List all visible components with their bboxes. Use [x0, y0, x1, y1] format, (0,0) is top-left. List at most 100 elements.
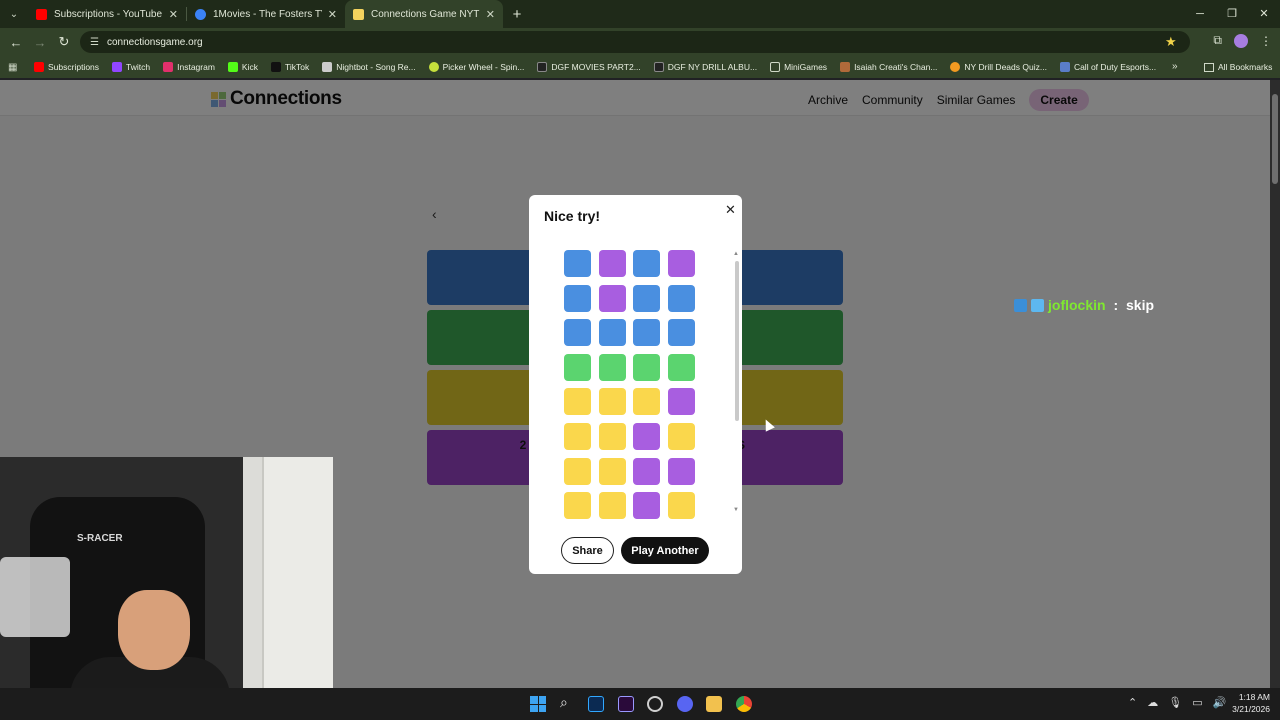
- address-bar[interactable]: ☰ connectionsgame.org: [80, 31, 1190, 53]
- guess-square-purple: [633, 492, 660, 520]
- tools-emote-icon: [1014, 298, 1027, 312]
- dgf-icon: [653, 62, 664, 72]
- chat-separator: :: [1109, 297, 1123, 313]
- microphone-icon[interactable]: 🎙: [1168, 696, 1182, 709]
- chat-text: skip: [1126, 297, 1155, 313]
- bookmark-cod-esports[interactable]: Call of Duty Esports...: [1059, 62, 1156, 72]
- search-icon[interactable]: ⌕: [560, 694, 568, 711]
- guess-square-yellow: [564, 423, 591, 450]
- youtube-icon: [34, 62, 44, 72]
- guess-square-purple: [633, 457, 660, 485]
- taskbar-clock[interactable]: 1:18 AM 3/21/2026: [1226, 691, 1270, 715]
- guess-square-yellow: [598, 423, 626, 450]
- kick-icon: [227, 62, 238, 72]
- guess-history-grid: [564, 250, 704, 520]
- obs-icon[interactable]: [647, 696, 663, 712]
- page-scrollbar-thumb[interactable]: [1272, 94, 1278, 184]
- discord-icon[interactable]: [677, 696, 693, 712]
- photoshop-icon[interactable]: [588, 696, 604, 712]
- tab-youtube[interactable]: Subscriptions - YouTube ✕: [28, 0, 186, 28]
- tab-title: Connections Game NYT - Play: [371, 8, 480, 20]
- close-tab-icon[interactable]: ✕: [169, 8, 178, 21]
- site-info-icon[interactable]: ☰: [90, 37, 99, 48]
- bookmark-twitch[interactable]: Twitch: [112, 62, 150, 72]
- guess-square-purple: [598, 250, 626, 277]
- apps-grid-icon[interactable]: ▦: [8, 62, 22, 73]
- system-tray: ⌃ ☁ 🎙 ▭ 🔊: [1128, 696, 1226, 709]
- new-tab-icon[interactable]: +: [503, 6, 531, 23]
- guess-square-blue: [633, 284, 660, 312]
- display-icon[interactable]: ▭: [1192, 696, 1202, 709]
- chrome-icon[interactable]: [736, 696, 752, 712]
- profile-avatar[interactable]: [1234, 33, 1248, 48]
- connections-icon: [353, 8, 364, 20]
- bookmark-nightbot[interactable]: Nightbot - Song Re...: [322, 62, 416, 72]
- guess-square-green: [564, 353, 591, 381]
- page-scrollbar[interactable]: [1270, 80, 1280, 688]
- bookmark-label: Instagram: [177, 62, 215, 72]
- twitch-icon: [112, 62, 123, 72]
- forward-icon[interactable]: →: [28, 35, 52, 50]
- reload-icon[interactable]: ↻: [52, 34, 76, 50]
- guess-square-yellow: [633, 388, 660, 416]
- guess-square-yellow: [598, 457, 626, 485]
- minimize-icon[interactable]: ─: [1184, 0, 1216, 28]
- bookmark-dgf-movies[interactable]: DGF MOVIES PART2...: [537, 62, 641, 72]
- tab-search-icon[interactable]: ⌄: [0, 0, 28, 28]
- all-bookmarks-button[interactable]: All Bookmarks: [1204, 56, 1272, 78]
- modal-scrollbar-thumb[interactable]: [735, 261, 739, 421]
- volume-icon[interactable]: 🔊: [1213, 696, 1227, 709]
- premiere-icon[interactable]: [618, 696, 634, 712]
- bookmark-minigames[interactable]: MiniGames: [770, 62, 827, 72]
- guess-square-purple: [633, 423, 660, 450]
- bookmark-ny-drill-quiz[interactable]: NY Drill Deads Quiz...: [950, 62, 1047, 72]
- bookmark-kick[interactable]: Kick: [227, 62, 258, 72]
- chat-username: joflockin: [1048, 297, 1106, 313]
- guess-square-blue: [564, 250, 591, 277]
- back-icon[interactable]: ←: [4, 35, 28, 50]
- chevron-up-icon[interactable]: ⌃: [1128, 696, 1137, 709]
- close-window-icon[interactable]: ✕: [1248, 0, 1280, 28]
- guess-square-yellow: [598, 492, 626, 520]
- bookmark-instagram[interactable]: Instagram: [163, 62, 215, 72]
- scroll-up-icon[interactable]: ▲: [733, 251, 739, 257]
- tab-connections[interactable]: Connections Game NYT - Play ✕: [345, 0, 503, 28]
- bookmark-label: Subscriptions: [48, 62, 100, 72]
- bookmark-isaiah[interactable]: Isaiah Creati's Chan...: [840, 62, 937, 72]
- bookmark-picker-wheel[interactable]: Picker Wheel - Spin...: [428, 62, 524, 72]
- bookmark-star-icon[interactable]: ★: [1165, 34, 1177, 50]
- bookmark-tiktok[interactable]: TikTok: [270, 62, 310, 72]
- windows-start-icon[interactable]: [530, 696, 546, 712]
- menu-icon[interactable]: ⋮: [1260, 34, 1272, 48]
- bookmark-subscriptions[interactable]: Subscriptions: [34, 62, 99, 72]
- play-another-button[interactable]: Play Another: [621, 537, 709, 564]
- close-icon[interactable]: ✕: [725, 202, 736, 218]
- bookmark-label: Nightbot - Song Re...: [336, 62, 416, 72]
- guess-square-green: [598, 353, 626, 381]
- tab-1movies[interactable]: 1Movies - The Fosters TV Watch ✕: [187, 0, 345, 28]
- cloud-icon[interactable]: ☁: [1147, 696, 1158, 709]
- webcam-overlay: S-RACER: [0, 457, 333, 707]
- bookmark-label: TikTok: [284, 62, 310, 72]
- guess-square-yellow: [564, 492, 591, 520]
- scroll-down-icon[interactable]: ▼: [733, 507, 739, 513]
- guess-square-green: [633, 353, 660, 381]
- guess-square-blue: [667, 319, 695, 347]
- extensions-icon[interactable]: ⧉: [1213, 33, 1222, 48]
- more-bookmarks-icon[interactable]: »: [1172, 56, 1178, 78]
- quiz-icon: [950, 62, 961, 72]
- bookmark-label: MiniGames: [784, 62, 828, 72]
- folder-icon: [770, 62, 781, 72]
- close-tab-icon[interactable]: ✕: [486, 8, 495, 21]
- share-button[interactable]: Share: [561, 537, 614, 564]
- bookmark-label: Twitch: [126, 62, 151, 72]
- close-tab-icon[interactable]: ✕: [328, 8, 337, 21]
- file-explorer-icon[interactable]: [706, 696, 722, 712]
- bookmark-label: NY Drill Deads Quiz...: [964, 62, 1047, 72]
- restore-icon[interactable]: ❐: [1216, 0, 1248, 28]
- toolbar-actions: ⧉ ⋮: [1213, 33, 1272, 48]
- chair-label: S-RACER: [77, 533, 123, 544]
- webcam-person-face: [118, 590, 190, 670]
- bookmark-dgf-drill[interactable]: DGF NY DRILL ALBU...: [653, 62, 757, 72]
- bookmark-label: Kick: [241, 62, 258, 72]
